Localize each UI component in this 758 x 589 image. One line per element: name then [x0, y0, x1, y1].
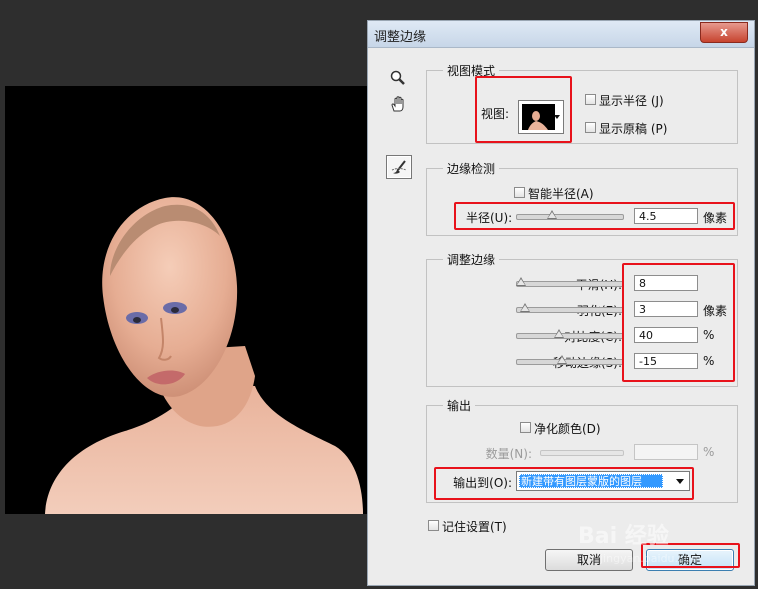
- magnifier-icon: [390, 70, 405, 85]
- watermark-url: jingyan.baidu.com: [600, 552, 702, 565]
- portrait-image: [45, 197, 363, 514]
- adjust-edge-title: 调整边缘: [443, 251, 500, 268]
- show-radius-checkbox[interactable]: [585, 94, 596, 105]
- show-radius-label: 显示半径 (J): [599, 94, 664, 108]
- view-mode-group: 视图模式: [426, 62, 738, 144]
- amount-unit: %: [703, 445, 715, 459]
- amount-input[interactable]: [634, 444, 698, 460]
- close-button[interactable]: x: [700, 22, 748, 43]
- document-canvas: [5, 86, 367, 514]
- watermark-logo: Bai 经验: [578, 524, 669, 549]
- brush-icon: [391, 160, 407, 174]
- edge-detection-title: 边缘检测: [443, 160, 500, 177]
- output-title: 输出: [443, 397, 476, 414]
- smart-radius-checkbox[interactable]: [514, 187, 525, 198]
- feather-slider-thumb[interactable]: [520, 303, 531, 312]
- highlight-radius: [454, 202, 735, 230]
- highlight-adjust-values: [622, 263, 735, 382]
- show-original-label: 显示原稿 (P): [599, 122, 668, 136]
- smooth-slider[interactable]: [516, 277, 624, 287]
- zoom-tool[interactable]: [386, 67, 410, 89]
- dialog-titlebar: 调整边缘 x: [368, 21, 754, 48]
- amount-slider[interactable]: [540, 450, 624, 456]
- hand-icon: [391, 96, 404, 112]
- hand-tool[interactable]: [386, 93, 410, 115]
- feather-slider[interactable]: [516, 303, 624, 313]
- tool-column: [386, 67, 412, 183]
- remember-settings-checkbox[interactable]: [428, 520, 439, 531]
- decontaminate-checkbox[interactable]: [520, 422, 531, 433]
- contrast-slider-thumb[interactable]: [554, 329, 565, 338]
- smooth-slider-thumb[interactable]: [516, 277, 527, 286]
- shift-edge-slider-thumb[interactable]: [556, 355, 567, 364]
- show-original-checkbox[interactable]: [585, 122, 596, 133]
- highlight-view: [475, 76, 572, 143]
- refine-radius-tool[interactable]: [386, 155, 412, 179]
- contrast-slider[interactable]: [516, 329, 624, 339]
- remember-settings-label: 记住设置(T): [442, 520, 507, 534]
- smart-radius-label: 智能半径(A): [528, 187, 594, 201]
- dialog-title: 调整边缘: [374, 30, 427, 45]
- highlight-output-to: [434, 467, 694, 500]
- decontaminate-label: 净化颜色(D): [534, 422, 601, 436]
- amount-label: 数量(N):: [485, 447, 532, 461]
- refine-edge-dialog: 调整边缘 x 视图模式 视图: 显示半径 (J) 显示原稿 (P) 边缘检测 智…: [367, 20, 755, 586]
- shift-edge-slider[interactable]: [516, 355, 624, 365]
